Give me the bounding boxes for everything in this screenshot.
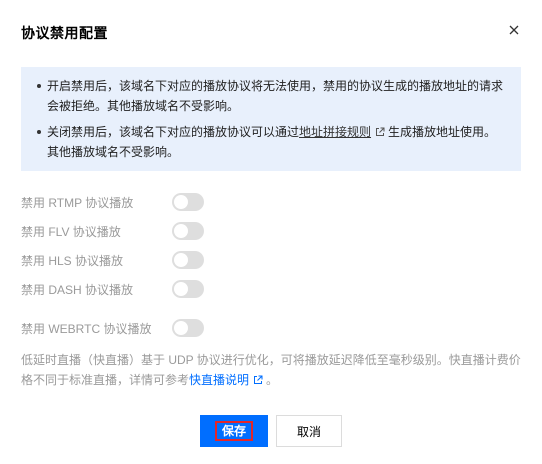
toggle-knob <box>174 321 188 335</box>
save-button-label: 保存 <box>214 421 253 441</box>
toggle-flv[interactable] <box>172 222 204 240</box>
toggle-hls[interactable] <box>172 251 204 269</box>
external-link-icon <box>254 375 263 384</box>
protocol-label-hls: 禁用 HLS 协议播放 <box>21 253 124 268</box>
webrtc-footnote: 低延时直播（快直播）基于 UDP 协议进行优化，可将播放延迟降低至毫秒级别。快直… <box>21 350 526 390</box>
protocol-row-webrtc: 禁用 WEBRTC 协议播放 <box>21 317 204 339</box>
toggle-dash[interactable] <box>172 280 204 298</box>
footnote-end: 。 <box>266 373 279 387</box>
dialog-title: 协议禁用配置 <box>21 25 108 41</box>
protocol-row-hls: 禁用 HLS 协议播放 <box>21 249 204 271</box>
close-icon <box>509 25 519 35</box>
notice-box: 开启禁用后，该域名下对应的播放协议将无法使用，禁用的协议生成的播放地址的请求会被… <box>21 67 521 171</box>
notice-bullet-disable-text: 关闭禁用后，该域名下对应的播放协议可以通过 <box>47 125 300 139</box>
protocol-row-flv: 禁用 FLV 协议播放 <box>21 220 204 242</box>
protocol-label-webrtc: 禁用 WEBRTC 协议播放 <box>21 321 152 336</box>
protocol-label-flv: 禁用 FLV 协议播放 <box>21 224 121 239</box>
protocol-row-rtmp: 禁用 RTMP 协议播放 <box>21 191 204 213</box>
address-rule-link[interactable]: 地址拼接规则 <box>299 125 371 139</box>
protocol-label-rtmp: 禁用 RTMP 协议播放 <box>21 195 134 210</box>
protocol-disable-dialog: 协议禁用配置 开启禁用后，该域名下对应的播放协议将无法使用，禁用的协议生成的播放… <box>0 0 542 464</box>
notice-bullet-disable: 关闭禁用后，该域名下对应的播放协议可以通过地址拼接规则 生成播放地址使用。其他播放… <box>37 122 507 162</box>
toggle-knob <box>174 282 188 296</box>
external-link-icon <box>376 127 385 136</box>
fast-live-docs-link[interactable]: 快直播说明 <box>189 373 249 387</box>
save-button[interactable]: 保存 <box>200 415 268 447</box>
protocol-row-dash: 禁用 DASH 协议播放 <box>21 278 204 300</box>
cancel-button[interactable]: 取消 <box>276 415 342 447</box>
notice-bullet-enable: 开启禁用后，该域名下对应的播放协议将无法使用，禁用的协议生成的播放地址的请求会被… <box>37 76 507 116</box>
close-button[interactable] <box>506 22 522 38</box>
toggle-knob <box>174 253 188 267</box>
toggle-knob <box>174 224 188 238</box>
toggle-rtmp[interactable] <box>172 193 204 211</box>
cancel-button-label: 取消 <box>296 424 321 439</box>
protocol-label-dash: 禁用 DASH 协议播放 <box>21 282 134 297</box>
toggle-webrtc[interactable] <box>172 319 204 337</box>
toggle-knob <box>174 195 188 209</box>
